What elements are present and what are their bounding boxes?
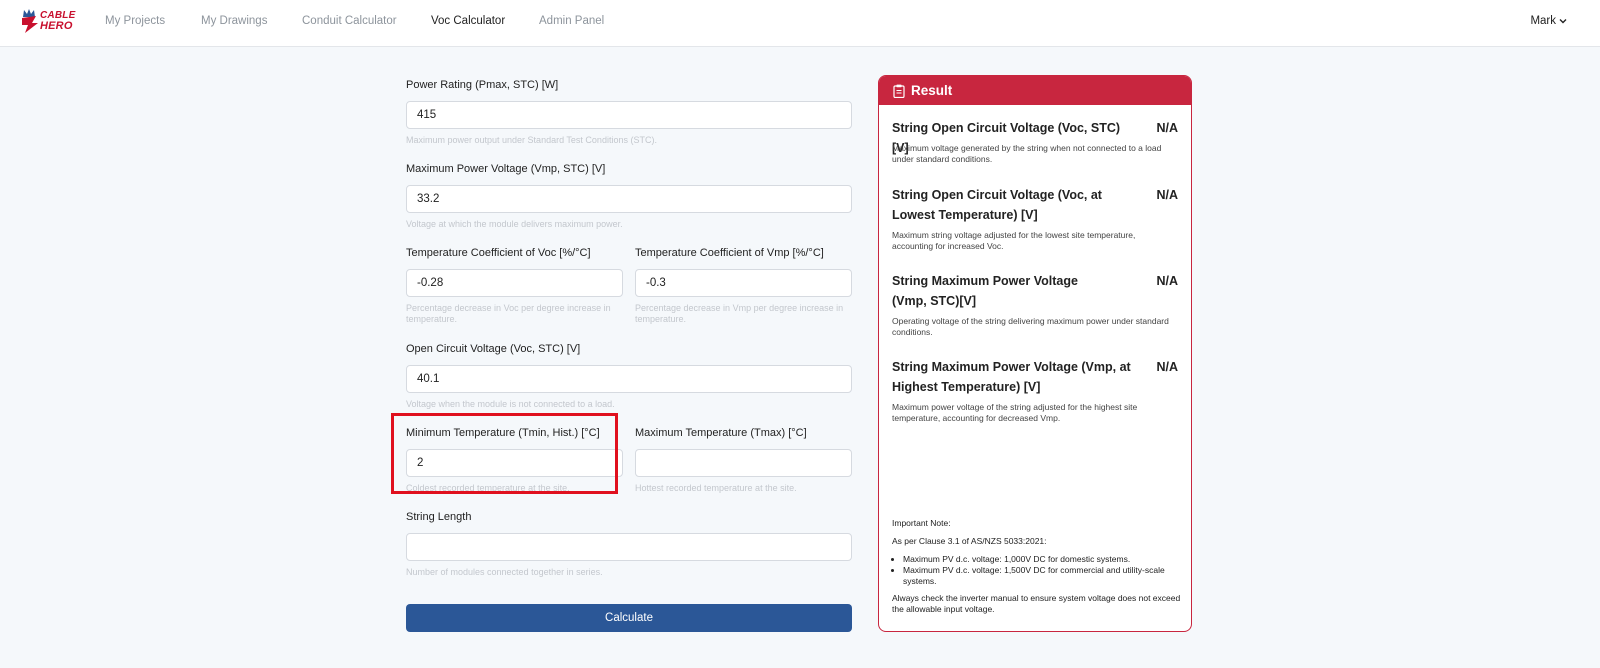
important-note: Important Note: As per Clause 3.1 of AS/…	[892, 518, 1182, 615]
clipboard-icon	[893, 84, 905, 98]
result-item-value: N/A	[1156, 360, 1178, 374]
result-item-value: N/A	[1156, 188, 1178, 202]
result-card: Result String Open Circuit Voltage (Voc,…	[878, 75, 1192, 632]
voc-input[interactable]	[406, 365, 852, 393]
tmin-highlight-box	[391, 413, 618, 494]
nav-voc-calculator[interactable]: Voc Calculator	[431, 15, 505, 27]
chevron-down-icon[interactable]	[1558, 16, 1568, 26]
tmax-help: Hottest recorded temperature at the site…	[635, 483, 797, 493]
pmax-label: Power Rating (Pmax, STC) [W]	[406, 79, 559, 91]
top-navbar: CABLE HERO My Projects My Drawings Condu…	[0, 0, 1600, 47]
vmp-input[interactable]	[406, 185, 852, 213]
nav-my-drawings[interactable]: My Drawings	[201, 15, 267, 27]
vmp-help: Voltage at which the module delivers max…	[406, 219, 623, 229]
cable-hero-logo[interactable]: CABLE HERO	[20, 8, 75, 34]
string-length-input[interactable]	[406, 533, 852, 561]
result-title: Result	[911, 83, 953, 98]
result-item-desc: Maximum voltage generated by the string …	[892, 143, 1162, 164]
temp-coeff-voc-label: Temperature Coefficient of Voc [%/°C]	[406, 247, 591, 259]
nav-my-projects[interactable]: My Projects	[105, 15, 165, 27]
voc-help: Voltage when the module is not connected…	[406, 399, 615, 409]
logo-icon	[22, 16, 38, 33]
note-clause: As per Clause 3.1 of AS/NZS 5033:2021:	[892, 536, 1047, 546]
note-bullet: Maximum PV d.c. voltage: 1,500V DC for c…	[903, 565, 1182, 587]
voc-label: Open Circuit Voltage (Voc, STC) [V]	[406, 343, 581, 355]
result-item-desc: Operating voltage of the string deliveri…	[892, 316, 1169, 337]
pmax-input[interactable]	[406, 101, 852, 129]
result-item-title: String Open Circuit Voltage (Voc, at Low…	[892, 188, 1102, 222]
logo-text-line2: HERO	[40, 20, 73, 32]
vmp-label: Maximum Power Voltage (Vmp, STC) [V]	[406, 163, 606, 175]
note-footer: Always check the inverter manual to ensu…	[892, 593, 1181, 614]
result-item-desc: Maximum string voltage adjusted for the …	[892, 230, 1136, 251]
result-item-desc: Maximum power voltage of the string adju…	[892, 402, 1138, 423]
result-item-value: N/A	[1156, 274, 1178, 288]
temp-coeff-vmp-label: Temperature Coefficient of Vmp [%/°C]	[635, 247, 824, 259]
note-bullet: Maximum PV d.c. voltage: 1,000V DC for d…	[903, 554, 1182, 565]
user-menu[interactable]: Mark	[1530, 15, 1556, 27]
tmax-input[interactable]	[635, 449, 852, 477]
temp-coeff-voc-input[interactable]	[406, 269, 623, 297]
result-item-title: String Maximum Power Voltage (Vmp, at Hi…	[892, 360, 1131, 394]
temp-coeff-vmp-input[interactable]	[635, 269, 852, 297]
temp-coeff-voc-help: Percentage decrease in Voc per degree in…	[406, 303, 611, 324]
string-length-label: String Length	[406, 511, 472, 523]
calculate-button[interactable]: Calculate	[406, 604, 852, 632]
result-card-header: Result	[879, 76, 1191, 105]
result-item-value: N/A	[1156, 121, 1178, 135]
nav-conduit-calculator[interactable]: Conduit Calculator	[302, 15, 397, 27]
temp-coeff-vmp-help: Percentage decrease in Vmp per degree in…	[635, 303, 844, 324]
string-length-help: Number of modules connected together in …	[406, 567, 603, 577]
nav-admin-panel[interactable]: Admin Panel	[539, 15, 604, 27]
tmax-label: Maximum Temperature (Tmax) [°C]	[635, 427, 807, 439]
note-heading: Important Note:	[892, 518, 951, 528]
result-item-title: String Maximum Power Voltage (Vmp, STC)[…	[892, 274, 1078, 308]
pmax-help: Maximum power output under Standard Test…	[406, 135, 657, 145]
